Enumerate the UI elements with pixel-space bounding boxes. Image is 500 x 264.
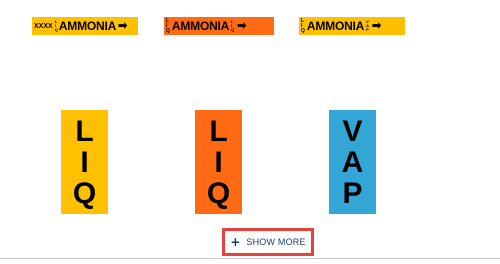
label-letter: P xyxy=(342,177,363,211)
ammonia-marker-vap-yellow[interactable]: L I Q AMMONIA V A P ➡ xyxy=(299,17,405,35)
divider xyxy=(0,258,500,259)
label-letter: L xyxy=(75,114,94,148)
marker-side-marks: L I Q xyxy=(54,19,58,32)
arrow-right-icon: ➡ xyxy=(237,19,247,32)
marker-prefix-stack: L I Q xyxy=(301,17,305,34)
arrow-right-icon: ➡ xyxy=(372,19,382,32)
vap-label-blue[interactable]: V A P xyxy=(329,110,376,214)
label-letter: Q xyxy=(72,177,97,211)
marker-word: AMMONIA xyxy=(306,19,365,33)
show-more-label: SHOW MORE xyxy=(246,237,306,247)
show-more-button[interactable]: + SHOW MORE xyxy=(222,228,314,256)
label-letter: Q xyxy=(206,177,231,211)
ammonia-marker-xxxx[interactable]: XXXX L I Q AMMONIA ➡ xyxy=(32,17,138,35)
label-letter: I xyxy=(214,145,223,179)
label-letter: A xyxy=(341,145,364,179)
ammonia-marker-liq-orange[interactable]: L I Q AMMONIA L I Q ➡ xyxy=(164,17,274,35)
liq-label-yellow[interactable]: L I Q xyxy=(61,110,108,214)
plus-icon: + xyxy=(230,235,241,249)
marker-word: AMMONIA xyxy=(58,19,117,33)
marker-side-marks: V A P xyxy=(366,19,370,32)
label-letter: L xyxy=(209,114,228,148)
label-letter: I xyxy=(80,145,89,179)
marker-prefix: XXXX xyxy=(34,22,53,30)
marker-side-marks: L I Q xyxy=(231,19,235,32)
marker-word: AMMONIA xyxy=(171,19,230,33)
product-grid: XXXX L I Q AMMONIA ➡ L I Q AMMONIA L I Q… xyxy=(0,0,500,264)
label-letter: V xyxy=(342,114,363,148)
marker-prefix-stack: L I Q xyxy=(166,17,170,34)
liq-label-orange[interactable]: L I Q xyxy=(195,110,242,214)
arrow-right-icon: ➡ xyxy=(118,19,128,32)
